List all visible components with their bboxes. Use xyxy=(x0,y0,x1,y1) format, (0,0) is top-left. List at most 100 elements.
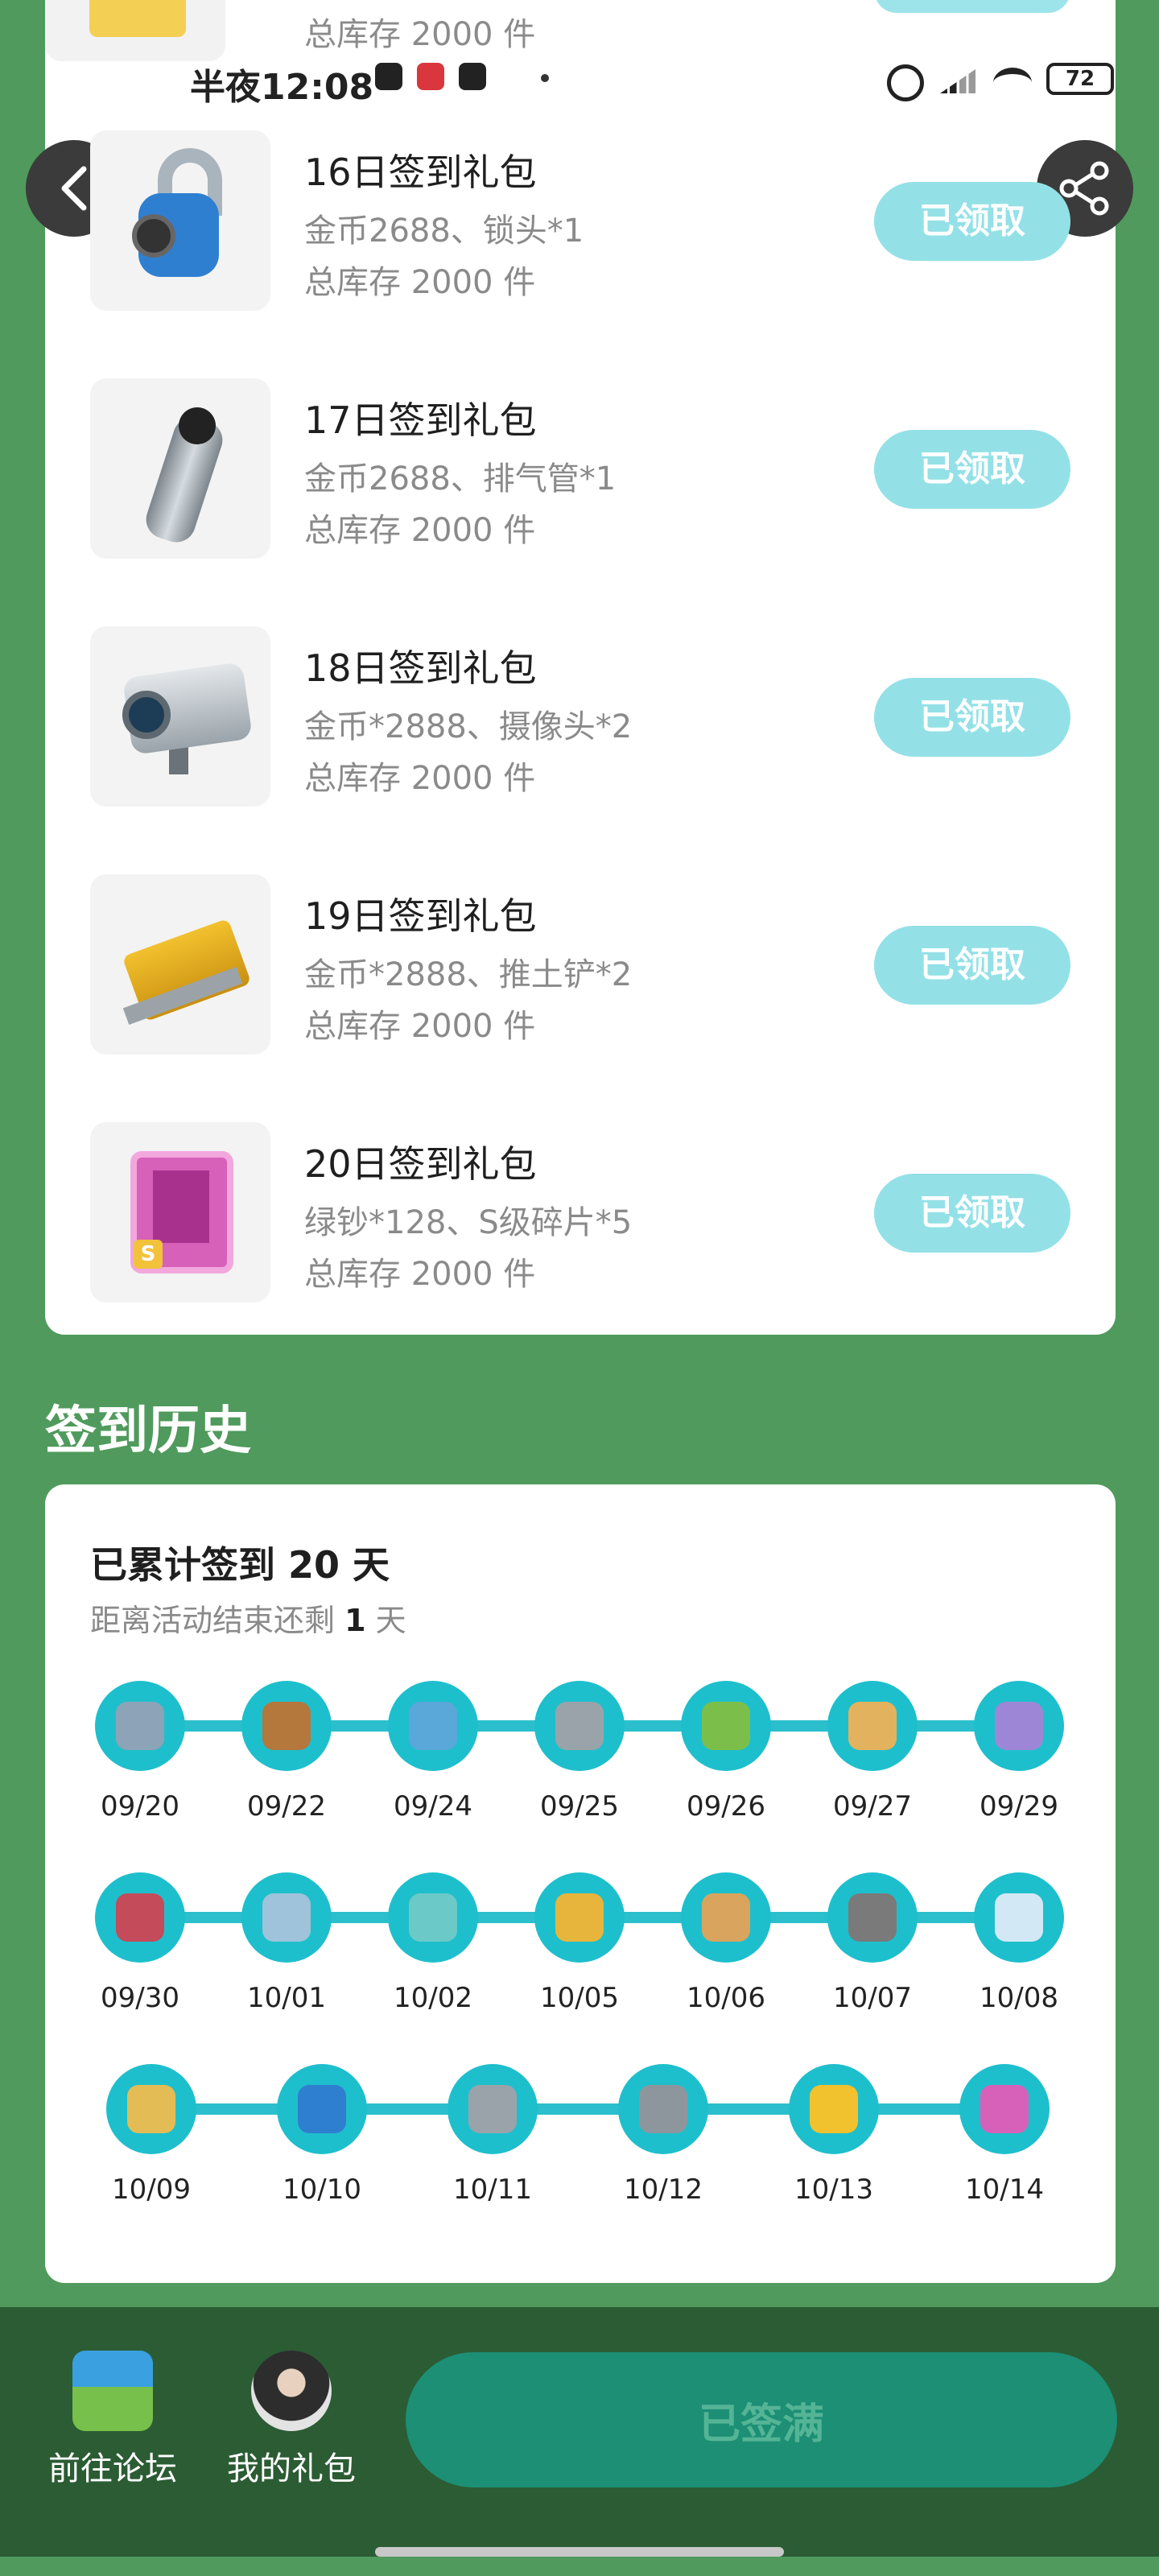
gift-title: 17日签到礼包 xyxy=(304,398,537,442)
reward-icon xyxy=(468,2085,517,2133)
signed-full-button[interactable]: 已签满 xyxy=(406,2352,1117,2487)
timeline-node xyxy=(388,1872,478,1963)
claimed-button[interactable]: 已领取 xyxy=(874,926,1070,1005)
alarm-icon xyxy=(882,61,924,101)
timeline-date: 09/20 xyxy=(101,1790,179,1823)
reward-icon xyxy=(262,1893,311,1942)
timeline-node xyxy=(827,1681,918,1771)
reward-icon xyxy=(555,1893,604,1942)
gift-item: 19日签到礼包 金币*2888、推土铲*2 总库存 2000 件 已领取 xyxy=(45,874,1116,1055)
total-signin-text: 已累计签到 20 天 xyxy=(90,1543,390,1587)
claimed-button[interactable]: 已领取 xyxy=(874,678,1070,757)
reward-icon xyxy=(262,1702,311,1750)
gift-title: 20日签到礼包 xyxy=(304,1142,537,1186)
timeline-node xyxy=(959,2064,1050,2154)
reward-icon xyxy=(298,2085,346,2133)
reward-icon xyxy=(116,1702,164,1750)
remaining-days-text: 距离活动结束还剩 1 天 xyxy=(90,1603,406,1638)
reward-icon xyxy=(555,1702,604,1750)
timeline-date: 09/30 xyxy=(101,1982,179,2014)
exhaust-pipe-icon xyxy=(90,378,270,559)
bottom-bar: 前往论坛 我的礼包 已签满 xyxy=(0,2307,1159,2557)
timeline-date: 10/10 xyxy=(283,2174,361,2206)
status-time: 半夜12:08 xyxy=(190,67,374,108)
timeline-node xyxy=(241,1681,332,1771)
reward-icon xyxy=(848,1702,897,1750)
gift-item: 18日签到礼包 金币*2888、摄像头*2 总库存 2000 件 已领取 xyxy=(45,626,1116,807)
gift-description: 金币*2888、推土铲*2 xyxy=(304,956,633,993)
reward-icon xyxy=(127,2085,175,2133)
wifi-icon xyxy=(992,61,1032,97)
timeline-node xyxy=(388,1681,478,1771)
timeline-date: 09/26 xyxy=(687,1790,765,1823)
timeline-node xyxy=(974,1872,1064,1963)
timeline-date: 10/13 xyxy=(794,2174,873,2206)
reward-icon xyxy=(995,1893,1043,1942)
more-notifications-dot xyxy=(541,74,549,82)
previous-gift-claimed-button[interactable] xyxy=(874,0,1070,13)
timeline-node xyxy=(95,1681,185,1771)
timeline-node xyxy=(534,1872,625,1963)
timeline-node xyxy=(789,2064,879,2154)
timeline-node xyxy=(974,1681,1064,1771)
camera-icon xyxy=(90,626,270,807)
timeline-node xyxy=(241,1872,332,1963)
forum-tab[interactable]: 前往论坛 xyxy=(32,2351,193,2489)
gift-description: 金币*2888、摄像头*2 xyxy=(304,708,633,745)
home-indicator[interactable] xyxy=(375,2547,784,2557)
gold-card-icon xyxy=(89,0,186,37)
reward-icon xyxy=(702,1702,750,1750)
timeline-node xyxy=(534,1681,625,1771)
timeline-node xyxy=(277,2064,367,2154)
gift-description: 金币2688、排气管*1 xyxy=(304,460,617,497)
reward-icon xyxy=(116,1893,164,1942)
system-icons: 72 xyxy=(882,61,1114,101)
timeline-date: 10/12 xyxy=(624,2174,703,2206)
app-notification-icon xyxy=(375,63,402,90)
reward-icon xyxy=(409,1702,457,1750)
timeline-date: 10/02 xyxy=(394,1982,472,2014)
timeline-node xyxy=(681,1681,771,1771)
timeline-date: 09/27 xyxy=(833,1790,912,1823)
gift-item: 17日签到礼包 金币2688、排气管*1 总库存 2000 件 已领取 xyxy=(45,378,1116,559)
notification-icons xyxy=(375,63,486,90)
total-signin-days: 20 xyxy=(288,1543,340,1587)
gift-description: 金币2688、锁头*1 xyxy=(304,213,584,250)
timeline-node xyxy=(827,1872,918,1963)
timeline-node xyxy=(95,1872,185,1963)
gift-stock: 总库存 2000 件 xyxy=(304,512,536,549)
claimed-button[interactable]: 已领取 xyxy=(874,1174,1070,1253)
timeline-row: 09/30 10/01 10/02 10/05 10/06 10/07 10/08 xyxy=(45,1872,1116,2033)
battery-icon: 72 xyxy=(1046,63,1114,95)
my-gifts-tab[interactable]: 我的礼包 xyxy=(211,2351,372,2489)
gift-stock: 总库存 2000 件 xyxy=(304,1008,536,1045)
timeline-node xyxy=(681,1872,771,1963)
timeline-row: 10/09 10/10 10/11 10/12 10/13 10/14 xyxy=(45,2064,1116,2225)
signal-icon xyxy=(937,61,977,97)
gift-item: 16日签到礼包 金币2688、锁头*1 总库存 2000 件 已领取 xyxy=(45,130,1116,311)
reward-icon xyxy=(980,2085,1029,2133)
reward-icon xyxy=(639,2085,687,2133)
gift-stock: 总库存 2000 件 xyxy=(304,1256,536,1293)
app-notification-icon xyxy=(459,63,486,90)
timeline-date: 09/22 xyxy=(247,1790,326,1823)
claimed-button[interactable]: 已领取 xyxy=(874,430,1070,509)
reward-icon xyxy=(995,1702,1043,1750)
timeline-node xyxy=(106,2064,196,2154)
history-card: 已累计签到 20 天 距离活动结束还剩 1 天 09/20 09/22 09/24 0… xyxy=(45,1484,1116,2283)
gift-description: 绿钞*128、S级碎片*5 xyxy=(304,1204,633,1241)
timeline-date: 10/11 xyxy=(453,2174,532,2206)
bulldozer-blade-icon xyxy=(90,874,270,1055)
timeline-row: 09/20 09/22 09/24 09/25 09/26 09/27 09/29 xyxy=(45,1681,1116,1842)
claimed-button[interactable]: 已领取 xyxy=(874,182,1070,261)
timeline-date: 09/24 xyxy=(394,1790,472,1823)
status-bar: 半夜12:08 72 xyxy=(0,56,1159,108)
timeline-date: 10/09 xyxy=(112,2174,191,2206)
gift-title: 18日签到礼包 xyxy=(304,646,537,690)
s-card-icon: S xyxy=(90,1122,270,1302)
reward-icon xyxy=(810,2085,858,2133)
gift-title: 19日签到礼包 xyxy=(304,894,537,938)
avatar xyxy=(251,2351,332,2431)
reward-icon xyxy=(848,1893,897,1942)
timeline-node xyxy=(448,2064,538,2154)
